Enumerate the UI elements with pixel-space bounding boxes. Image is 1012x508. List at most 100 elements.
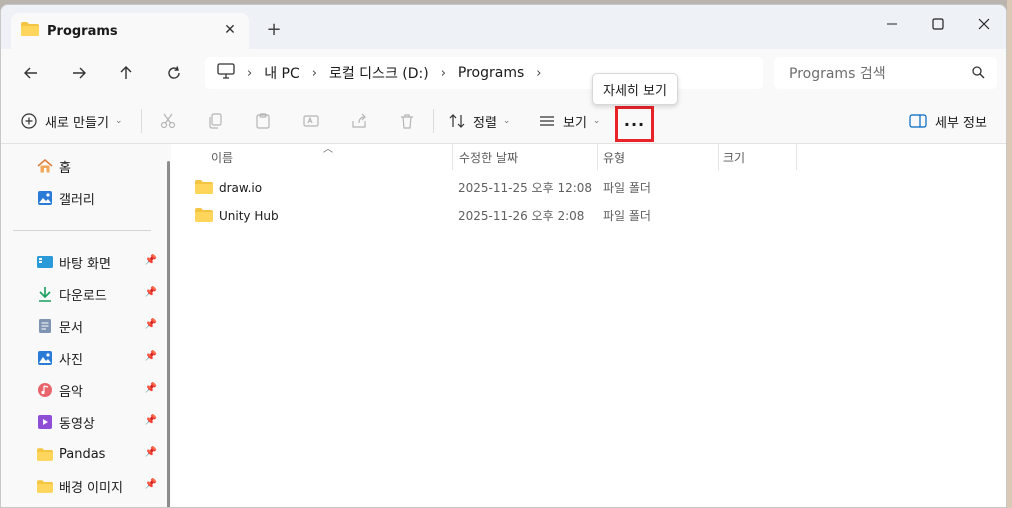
file-name[interactable]: draw.io [219, 181, 262, 195]
column-header-modified[interactable]: 수정한 날짜 [459, 144, 518, 170]
sidebar-scrollbar[interactable] [167, 161, 170, 507]
navigation-pane: 홈 갤러리 바탕 화면 📌 다운로드 📌 문서 📌 사진 📌 음악 📌 동영상 … [1, 144, 171, 507]
up-button[interactable] [111, 59, 141, 87]
new-button-label: 새로 만들기 [45, 115, 109, 131]
chevron-down-icon: ⌄ [502, 116, 511, 126]
minimize-button[interactable] [869, 9, 915, 39]
new-button[interactable]: 새로 만들기 ⌄ [21, 98, 122, 144]
delete-icon[interactable] [397, 111, 417, 131]
column-divider[interactable] [718, 144, 719, 170]
divider [433, 109, 434, 133]
sidebar-item-label: 홈 [59, 160, 71, 176]
sidebar-item-wallpapers[interactable]: 배경 이미지 📌 [37, 475, 161, 497]
pictures-icon [37, 350, 53, 366]
paste-icon[interactable] [253, 111, 273, 131]
rename-icon[interactable] [301, 111, 321, 131]
pin-icon[interactable]: 📌 [145, 319, 157, 330]
list-view-icon [540, 116, 554, 126]
arrow-left-icon [24, 67, 37, 79]
column-divider[interactable] [597, 144, 598, 170]
sidebar-item-label: 배경 이미지 [59, 480, 123, 496]
chevron-down-icon: ⌄ [592, 116, 601, 126]
desktop-background [1007, 0, 1012, 508]
music-icon [37, 382, 53, 398]
folder-icon [37, 446, 53, 462]
close-window-button[interactable] [961, 9, 1006, 39]
sidebar-item-desktop[interactable]: 바탕 화면 📌 [37, 251, 161, 273]
address-bar-row: › 내 PC › 로컬 디스크 (D:) › Programs › Progra… [1, 49, 1006, 98]
breadcrumb-programs[interactable]: Programs [458, 65, 524, 81]
share-icon[interactable] [349, 111, 369, 131]
breadcrumb-separator[interactable]: › [312, 66, 317, 81]
sidebar-item-label: 음악 [59, 384, 83, 400]
folder-icon [37, 478, 53, 494]
sidebar-item-downloads[interactable]: 다운로드 📌 [37, 283, 161, 305]
tab-programs[interactable]: Programs ✕ [11, 13, 249, 49]
search-input[interactable]: Programs 검색 [774, 57, 997, 89]
desktop-icon [37, 254, 53, 270]
refresh-button[interactable] [159, 59, 189, 87]
download-icon [37, 286, 53, 302]
pin-icon[interactable]: 📌 [145, 447, 157, 458]
maximize-button[interactable] [915, 9, 961, 39]
more-options-button[interactable]: ··· [615, 106, 654, 142]
sidebar-item-label: 다운로드 [59, 288, 107, 304]
pin-icon[interactable]: 📌 [145, 415, 157, 426]
new-tab-button[interactable]: + [263, 19, 285, 41]
folder-icon [195, 179, 213, 197]
column-header-name[interactable]: 이름 [211, 144, 233, 170]
breadcrumb[interactable]: › 내 PC › 로컬 디스크 (D:) › Programs › [205, 57, 763, 89]
breadcrumb-separator[interactable]: › [441, 66, 446, 81]
gallery-icon [37, 190, 53, 206]
cut-icon[interactable] [158, 111, 178, 131]
tab-close-button[interactable]: ✕ [221, 21, 239, 39]
file-type: 파일 폴더 [603, 209, 651, 223]
pin-icon[interactable]: 📌 [145, 351, 157, 362]
refresh-icon [168, 66, 180, 79]
copy-icon[interactable] [205, 111, 225, 131]
sort-icon [449, 114, 465, 128]
search-placeholder: Programs 검색 [789, 66, 886, 82]
view-button[interactable]: 보기 ⌄ [539, 98, 600, 144]
file-modified: 2025-11-26 오후 2:08 [458, 209, 585, 223]
pin-icon[interactable]: 📌 [145, 479, 157, 490]
sidebar-item-gallery[interactable]: 갤러리 [37, 187, 161, 209]
details-pane-button[interactable]: 세부 정보 [909, 98, 987, 144]
column-divider[interactable] [796, 144, 797, 170]
file-modified: 2025-11-25 오후 12:08 [458, 181, 593, 195]
pin-icon[interactable]: 📌 [145, 383, 157, 394]
sidebar-item-label: 바탕 화면 [59, 256, 111, 272]
sidebar-item-home[interactable]: 홈 [37, 155, 161, 177]
sort-button[interactable]: 정렬 ⌄ [449, 98, 510, 144]
document-icon [37, 318, 53, 334]
back-button[interactable] [16, 59, 46, 87]
video-icon [37, 414, 53, 430]
sidebar-item-music[interactable]: 음악 📌 [37, 379, 161, 401]
column-divider[interactable] [452, 144, 453, 170]
search-icon[interactable] [972, 66, 985, 83]
file-name[interactable]: Unity Hub [219, 209, 279, 223]
table-row[interactable]: draw.io 2025-11-25 오후 12:08 파일 폴더 [195, 175, 795, 201]
column-header-type[interactable]: 유형 [603, 144, 625, 170]
sort-button-label: 정렬 [473, 115, 497, 131]
breadcrumb-my-pc[interactable]: 내 PC [264, 63, 300, 83]
sidebar-item-documents[interactable]: 문서 📌 [37, 315, 161, 337]
breadcrumb-separator[interactable]: › [536, 66, 541, 81]
forward-button[interactable] [64, 59, 94, 87]
breadcrumb-local-disk[interactable]: 로컬 디스크 (D:) [329, 63, 429, 83]
sidebar-item-label: Pandas [59, 446, 106, 462]
computer-icon[interactable] [217, 63, 235, 83]
pin-icon[interactable]: 📌 [145, 255, 157, 266]
sidebar-item-pandas[interactable]: Pandas 📌 [37, 443, 161, 465]
pin-icon[interactable]: 📌 [145, 287, 157, 298]
chevron-down-icon: ⌄ [114, 116, 123, 126]
breadcrumb-separator[interactable]: › [247, 66, 252, 81]
sidebar-item-label: 동영상 [59, 416, 95, 432]
sidebar-item-videos[interactable]: 동영상 📌 [37, 411, 161, 433]
home-icon [37, 158, 53, 174]
sort-ascending-icon: ︿ [323, 144, 333, 155]
table-row[interactable]: Unity Hub 2025-11-26 오후 2:08 파일 폴더 [195, 203, 795, 229]
column-header-size[interactable]: 크기 [723, 144, 745, 170]
sidebar-divider [13, 230, 151, 231]
sidebar-item-pictures[interactable]: 사진 📌 [37, 347, 161, 369]
